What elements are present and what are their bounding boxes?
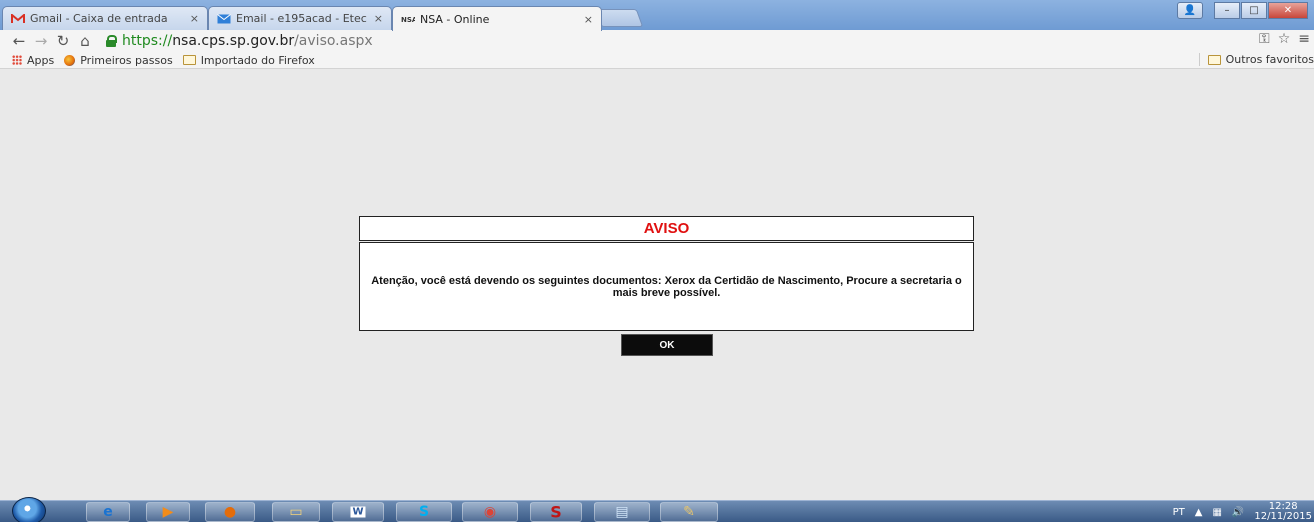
forward-icon[interactable]: → [30, 32, 52, 50]
clock[interactable]: 12:28 12/11/2015 [1254, 502, 1312, 522]
window-controls: 👤 – □ ✕ [1176, 2, 1308, 19]
skype-icon[interactable]: S [396, 502, 452, 522]
bookmark-apps[interactable]: Apps [12, 54, 54, 67]
close-icon[interactable]: × [584, 13, 593, 26]
url-host: nsa.cps.sp.gov.br [172, 33, 295, 49]
menu-icon[interactable]: ≡ [1298, 31, 1310, 47]
tab-title: Email - e195acad - Etec S [236, 12, 369, 25]
bookmarks-bar: Apps Primeiros passos Importado do Firef… [0, 52, 1314, 69]
home-icon[interactable]: ⌂ [74, 32, 96, 50]
firefox-icon[interactable]: ● [205, 502, 255, 522]
bookmark-other-favorites[interactable]: Outros favoritos [1198, 53, 1314, 66]
user-profile-button[interactable]: 👤 [1177, 2, 1203, 19]
internet-explorer-icon[interactable]: e [86, 502, 130, 522]
svg-text:NSA: NSA [401, 16, 415, 24]
chrome-icon[interactable]: ◉ [462, 502, 518, 522]
tab-email[interactable]: Email - e195acad - Etec S × [208, 6, 392, 30]
network-status-icon[interactable]: ▦ [1212, 507, 1221, 518]
windows-taskbar: e ▶ ● ▭ W S ◉ S ▤ ✎ PT ▲ ▦ 🔊 12:28 12/11… [0, 497, 1314, 522]
firefox-icon [64, 54, 76, 66]
bookmark-importado-firefox[interactable]: Importado do Firefox [182, 53, 315, 67]
language-indicator[interactable]: PT [1173, 507, 1185, 518]
ok-button[interactable]: OK [621, 334, 713, 356]
back-icon[interactable]: ← [8, 32, 30, 50]
apps-icon [12, 55, 22, 65]
bookmark-label: Apps [27, 53, 55, 67]
dialog-message: Atenção, você está devendo os seguintes … [371, 274, 962, 299]
star-icon[interactable]: ☆ [1278, 31, 1291, 47]
reload-icon[interactable]: ↻ [52, 32, 74, 50]
minimize-button[interactable]: – [1214, 2, 1240, 19]
url-path: /aviso.aspx [294, 33, 373, 49]
folder-icon [182, 55, 196, 65]
toolbar-actions: ⚿ ☆ ≡ [1259, 31, 1310, 47]
tab-nsa-online[interactable]: NSA NSA - Online × [392, 6, 602, 31]
bookmark-label: Primeiros passos [80, 53, 173, 67]
dialog-body: Atenção, você está devendo os seguintes … [359, 242, 974, 331]
volume-icon[interactable]: 🔊 [1232, 507, 1244, 518]
start-button[interactable] [12, 497, 46, 522]
word-icon[interactable]: W [332, 502, 384, 522]
network-icon[interactable]: ▤ [594, 502, 650, 522]
address-bar[interactable]: https://nsa.cps.sp.gov.br/aviso.aspx [106, 33, 373, 49]
bookmark-label: Importado do Firefox [200, 53, 315, 67]
app-s-icon[interactable]: S [530, 502, 582, 522]
explorer-icon[interactable]: ▭ [272, 502, 320, 522]
dialog-header: AVISO [359, 216, 974, 241]
close-icon[interactable]: × [190, 12, 199, 25]
system-tray: PT ▲ ▦ 🔊 12:28 12/11/2015 [1173, 501, 1314, 522]
media-player-icon[interactable]: ▶ [146, 502, 190, 522]
bookmark-primeiros-passos[interactable]: Primeiros passos [64, 53, 173, 67]
url-scheme: https:// [122, 33, 173, 49]
gmail-icon [11, 13, 25, 23]
key-icon[interactable]: ⚿ [1259, 31, 1270, 47]
new-tab-button[interactable] [594, 9, 644, 27]
lock-icon [106, 35, 117, 47]
close-window-button[interactable]: ✕ [1268, 2, 1308, 19]
maximize-button[interactable]: □ [1241, 2, 1267, 19]
tab-gmail[interactable]: Gmail - Caixa de entrada × [2, 6, 208, 30]
dialog-title: AVISO [643, 220, 690, 237]
mail-icon [217, 13, 231, 23]
show-hidden-icons-icon[interactable]: ▲ [1195, 507, 1203, 518]
clock-date: 12/11/2015 [1254, 511, 1312, 522]
tab-title: Gmail - Caixa de entrada [30, 12, 168, 25]
browser-tab-strip: Gmail - Caixa de entrada × Email - e195a… [0, 0, 1314, 31]
close-icon[interactable]: × [374, 12, 383, 25]
tab-title: NSA - Online [420, 12, 490, 26]
other-favorites-label: Outros favoritos [1225, 53, 1314, 66]
nsa-icon: NSA [401, 16, 415, 24]
paint-icon[interactable]: ✎ [660, 502, 718, 522]
folder-icon [1207, 54, 1221, 65]
browser-toolbar: ← → ↻ ⌂ https://nsa.cps.sp.gov.br/aviso.… [0, 30, 1314, 52]
